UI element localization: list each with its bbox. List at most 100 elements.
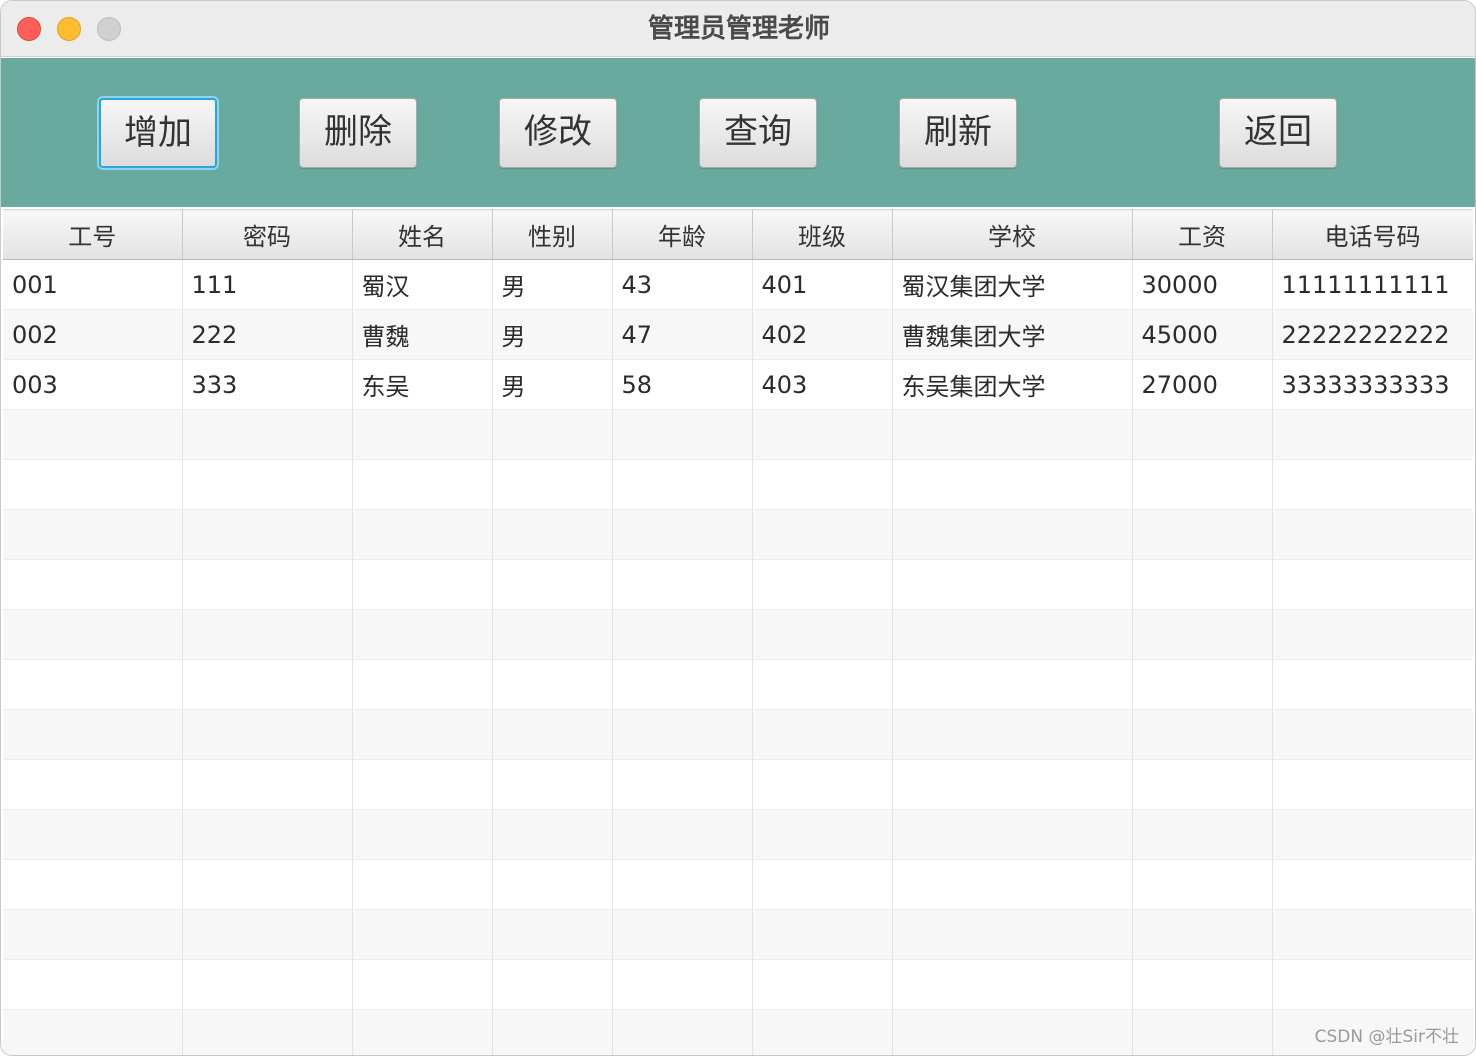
table-cell[interactable]: 30000 bbox=[1132, 259, 1273, 310]
table-cell[interactable] bbox=[182, 459, 353, 510]
table-cell[interactable] bbox=[612, 409, 753, 460]
table-cell[interactable] bbox=[752, 659, 893, 710]
table-cell[interactable] bbox=[752, 459, 893, 510]
table-cell[interactable]: 401 bbox=[752, 259, 893, 310]
table-cell[interactable] bbox=[492, 1009, 613, 1055]
table-cell[interactable] bbox=[612, 1009, 753, 1055]
table-cell[interactable] bbox=[892, 859, 1133, 910]
table-cell[interactable] bbox=[182, 509, 353, 560]
table-cell[interactable] bbox=[492, 709, 613, 760]
table-cell[interactable]: 58 bbox=[612, 359, 753, 410]
table-cell[interactable] bbox=[752, 409, 893, 460]
table-cell[interactable] bbox=[1272, 509, 1473, 560]
table-cell[interactable] bbox=[892, 959, 1133, 1010]
empty-table-row[interactable] bbox=[3, 959, 1473, 1010]
table-cell[interactable] bbox=[1272, 809, 1473, 860]
table-cell[interactable] bbox=[3, 759, 183, 810]
table-cell[interactable] bbox=[612, 559, 753, 610]
table-cell[interactable] bbox=[892, 559, 1133, 610]
table-cell[interactable]: 403 bbox=[752, 359, 893, 410]
table-cell[interactable]: 曹魏集团大学 bbox=[892, 309, 1133, 360]
empty-table-row[interactable] bbox=[3, 659, 1473, 710]
table-cell[interactable] bbox=[1132, 659, 1273, 710]
empty-table-row[interactable] bbox=[3, 809, 1473, 860]
table-cell[interactable] bbox=[752, 709, 893, 760]
table-cell[interactable] bbox=[752, 959, 893, 1010]
table-cell[interactable] bbox=[352, 659, 493, 710]
empty-table-row[interactable] bbox=[3, 509, 1473, 560]
table-cell[interactable] bbox=[352, 459, 493, 510]
empty-table-row[interactable] bbox=[3, 759, 1473, 810]
table-cell[interactable]: 东吴集团大学 bbox=[892, 359, 1133, 410]
table-cell[interactable] bbox=[1272, 609, 1473, 660]
table-cell[interactable] bbox=[3, 409, 183, 460]
column-header-age[interactable]: 年龄 bbox=[612, 209, 753, 260]
table-cell[interactable]: 22222222222 bbox=[1272, 309, 1473, 360]
table-cell[interactable] bbox=[3, 809, 183, 860]
teacher-table[interactable]: 工号 密码 姓名 性别 年龄 班级 学校 工资 电话号码 001 111 蜀汉男 43… bbox=[3, 209, 1473, 1055]
table-cell[interactable] bbox=[1132, 459, 1273, 510]
table-cell[interactable] bbox=[1132, 859, 1273, 910]
table-row[interactable]: 002 222 曹魏男 47 402 曹魏集团大学 45000 22222222222 bbox=[3, 309, 1473, 360]
table-cell[interactable] bbox=[612, 659, 753, 710]
table-cell[interactable] bbox=[492, 609, 613, 660]
table-cell[interactable] bbox=[3, 559, 183, 610]
table-cell[interactable] bbox=[352, 709, 493, 760]
column-header-school[interactable]: 学校 bbox=[892, 209, 1133, 260]
table-cell[interactable] bbox=[492, 959, 613, 1010]
empty-table-row[interactable] bbox=[3, 609, 1473, 660]
table-cell[interactable] bbox=[612, 959, 753, 1010]
table-cell[interactable] bbox=[182, 909, 353, 960]
table-cell[interactable] bbox=[892, 1009, 1133, 1055]
table-cell[interactable] bbox=[352, 559, 493, 610]
table-cell[interactable] bbox=[182, 809, 353, 860]
table-cell[interactable] bbox=[1272, 459, 1473, 510]
table-cell[interactable] bbox=[892, 909, 1133, 960]
table-cell[interactable] bbox=[1272, 759, 1473, 810]
table-cell[interactable] bbox=[182, 759, 353, 810]
table-cell[interactable] bbox=[752, 909, 893, 960]
table-cell[interactable]: 东吴 bbox=[352, 359, 493, 410]
table-cell[interactable] bbox=[752, 1009, 893, 1055]
table-cell[interactable] bbox=[1132, 709, 1273, 760]
table-cell[interactable] bbox=[892, 809, 1133, 860]
table-cell[interactable] bbox=[182, 859, 353, 910]
table-cell[interactable] bbox=[612, 859, 753, 910]
table-cell[interactable] bbox=[752, 609, 893, 660]
table-cell[interactable] bbox=[1132, 959, 1273, 1010]
table-cell[interactable]: 001 bbox=[3, 259, 183, 310]
column-header-gender[interactable]: 性别 bbox=[492, 209, 613, 260]
table-cell[interactable]: 男 bbox=[492, 359, 613, 410]
table-cell[interactable] bbox=[612, 909, 753, 960]
table-cell[interactable] bbox=[352, 959, 493, 1010]
table-row[interactable]: 003 333 东吴男 58 403 东吴集团大学 27000 33333333333 bbox=[3, 359, 1473, 410]
table-cell[interactable]: 333 bbox=[182, 359, 353, 410]
table-cell[interactable] bbox=[492, 509, 613, 560]
table-cell[interactable] bbox=[892, 609, 1133, 660]
table-cell[interactable] bbox=[492, 659, 613, 710]
table-cell[interactable]: 蜀汉集团大学 bbox=[892, 259, 1133, 310]
table-cell[interactable] bbox=[612, 459, 753, 510]
column-header-class[interactable]: 班级 bbox=[752, 209, 893, 260]
column-header-id[interactable]: 工号 bbox=[3, 209, 183, 260]
table-cell[interactable] bbox=[182, 959, 353, 1010]
table-cell[interactable] bbox=[1272, 959, 1473, 1010]
table-cell[interactable]: 43 bbox=[612, 259, 753, 310]
table-cell[interactable] bbox=[3, 1009, 183, 1055]
table-cell[interactable]: 男 bbox=[492, 309, 613, 360]
table-cell[interactable] bbox=[3, 509, 183, 560]
empty-table-row[interactable] bbox=[3, 1009, 1473, 1055]
table-cell[interactable] bbox=[352, 1009, 493, 1055]
table-cell[interactable] bbox=[892, 409, 1133, 460]
table-cell[interactable] bbox=[752, 759, 893, 810]
table-cell[interactable] bbox=[182, 709, 353, 760]
table-cell[interactable] bbox=[892, 709, 1133, 760]
table-cell[interactable] bbox=[1272, 859, 1473, 910]
table-cell[interactable] bbox=[752, 809, 893, 860]
table-cell[interactable]: 27000 bbox=[1132, 359, 1273, 410]
table-cell[interactable] bbox=[492, 809, 613, 860]
table-cell[interactable] bbox=[612, 509, 753, 560]
table-cell[interactable]: 47 bbox=[612, 309, 753, 360]
table-cell[interactable] bbox=[1132, 409, 1273, 460]
table-cell[interactable]: 402 bbox=[752, 309, 893, 360]
